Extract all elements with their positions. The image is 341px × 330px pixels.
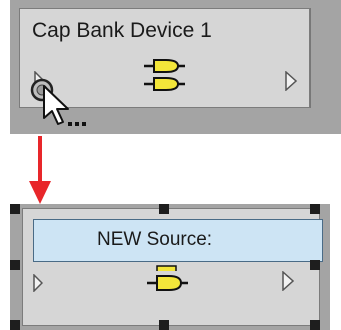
resize-handle-top-center[interactable] <box>159 204 169 214</box>
resize-handle-top-right[interactable] <box>310 204 320 214</box>
capacitor-bank-icon <box>147 275 188 291</box>
down-arrow-icon <box>29 136 51 204</box>
resize-handle-top-left[interactable] <box>10 204 20 214</box>
device-title: Cap Bank Device 1 <box>32 19 212 42</box>
source-name-editor[interactable]: NEW Source: <box>33 219 323 262</box>
right-port-triangle-icon[interactable] <box>282 271 294 291</box>
capacitor-bank-icon <box>144 59 185 91</box>
pointer-cursor-icon <box>43 85 69 125</box>
right-port-triangle-icon[interactable] <box>285 71 297 91</box>
connection-cursor-overlay <box>30 78 86 126</box>
resize-handle-middle-right[interactable] <box>310 260 320 270</box>
capacitor-stub-icon <box>156 265 177 271</box>
source-edit-text: NEW Source: <box>97 229 213 250</box>
resize-handle-bottom-left[interactable] <box>10 320 20 330</box>
left-port-triangle-icon[interactable] <box>33 274 43 292</box>
resize-handle-bottom-center[interactable] <box>159 320 169 330</box>
resize-handle-middle-left[interactable] <box>10 260 20 270</box>
resize-handle-bottom-right[interactable] <box>310 320 320 330</box>
